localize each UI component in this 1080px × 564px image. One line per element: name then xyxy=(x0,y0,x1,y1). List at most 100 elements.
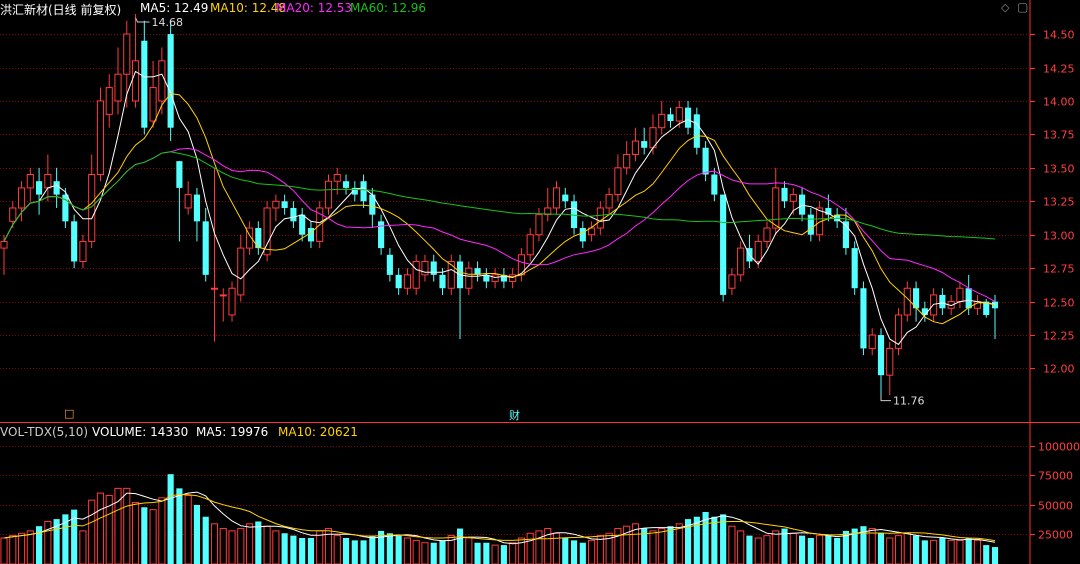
candle-body xyxy=(71,221,78,262)
candle-body xyxy=(96,100,105,176)
price-tick-label: 13.50 xyxy=(1043,163,1075,176)
candle-body xyxy=(202,221,209,275)
volume-bar xyxy=(44,520,52,564)
volume-bar xyxy=(281,533,288,564)
volume-tick-label: 50000 xyxy=(1038,500,1073,513)
candle-body xyxy=(939,294,946,309)
volume-bar xyxy=(351,540,358,564)
volume-bar xyxy=(886,537,894,564)
candle-body xyxy=(789,194,797,202)
volume-bar xyxy=(798,535,806,564)
menu-icon[interactable]: ▢ xyxy=(1017,0,1028,14)
volume-bar xyxy=(333,535,341,564)
candle-body xyxy=(176,161,183,188)
candle-body xyxy=(614,167,622,196)
candle-body xyxy=(781,187,788,202)
volume-bar xyxy=(570,540,578,564)
candle-body xyxy=(720,194,727,295)
candle-body xyxy=(141,40,148,128)
volume-bar xyxy=(711,516,718,564)
candle-body xyxy=(675,107,683,122)
candle-body xyxy=(430,261,437,275)
volume-tick-label: 100000 xyxy=(1038,441,1080,454)
volume-bar xyxy=(210,523,219,564)
candle-body xyxy=(403,274,411,289)
volume-bar xyxy=(219,528,227,564)
volume-bar xyxy=(579,542,586,564)
volume-bar xyxy=(255,521,262,564)
candle-body xyxy=(149,87,157,122)
candle-body xyxy=(465,267,473,289)
low-pointer xyxy=(880,394,891,402)
stock-chart: 14.50 14.25 14.00 13.75 13.50 13.25 13.00 12.75… xyxy=(0,0,1080,564)
volume-bar xyxy=(299,538,306,564)
volume-tick-label: 75000 xyxy=(1038,470,1073,483)
volume-bar xyxy=(421,542,429,564)
volume-bar xyxy=(290,535,297,564)
volume-bar xyxy=(816,535,824,564)
finance-marker[interactable]: 财 xyxy=(509,407,520,423)
candle-body xyxy=(903,287,911,316)
volume-bar xyxy=(342,538,350,564)
volume-bar xyxy=(412,539,420,564)
candle-body xyxy=(324,180,333,209)
candle-body xyxy=(605,194,613,209)
candle-body xyxy=(754,240,762,262)
volume-bar xyxy=(877,533,885,564)
low-label: 11.76 xyxy=(893,395,925,408)
candle-body xyxy=(342,181,350,188)
volume-bar xyxy=(316,530,324,564)
candle-body xyxy=(281,201,288,208)
diamond-icon[interactable]: ◇ xyxy=(1001,1,1009,14)
candle-body xyxy=(728,274,736,289)
price-tick-label: 13.00 xyxy=(1043,230,1075,243)
volume-bar xyxy=(272,530,280,564)
high-pointer xyxy=(135,17,150,23)
candle-body xyxy=(386,254,393,275)
volume-bar xyxy=(202,516,209,564)
candle-body xyxy=(193,194,201,222)
volume-bar xyxy=(588,539,596,564)
candle-body xyxy=(772,187,780,229)
volume-bar xyxy=(483,542,490,564)
candle-body xyxy=(123,33,131,75)
candle-body xyxy=(860,288,867,349)
vol-volume: VOLUME: 14330 xyxy=(92,425,189,439)
volume-bar xyxy=(825,535,832,564)
volume-tick-label: 25000 xyxy=(1038,529,1073,542)
volume-bar xyxy=(149,509,157,564)
candle-body xyxy=(228,287,236,316)
volume-bar xyxy=(834,538,841,564)
candle-body xyxy=(623,153,631,169)
candle-body xyxy=(667,114,674,122)
volume-bar xyxy=(0,537,8,564)
volume-bar xyxy=(772,530,780,564)
volume-bar xyxy=(509,542,517,564)
candle-body xyxy=(851,248,858,289)
candle-body xyxy=(658,113,666,129)
volume-bar xyxy=(474,542,481,564)
volume-bar xyxy=(79,530,87,564)
price-tick-label: 14.25 xyxy=(1043,63,1075,76)
volume-bar xyxy=(17,532,26,564)
candle-body xyxy=(395,274,402,289)
candle-body xyxy=(702,147,709,175)
volume-bar xyxy=(430,542,437,564)
volume-bar xyxy=(386,533,393,564)
candle-body xyxy=(158,60,166,102)
volume-bar xyxy=(562,538,569,564)
volume-bar xyxy=(88,499,96,564)
candle-body xyxy=(552,187,561,209)
price-tick-label: 12.50 xyxy=(1043,297,1075,310)
volume-bar xyxy=(965,538,972,564)
volume-bar xyxy=(535,530,543,564)
volume-bar xyxy=(667,526,674,564)
candle-body xyxy=(53,181,60,195)
candle-body xyxy=(105,87,113,115)
volume-bar xyxy=(395,535,402,564)
candle-body xyxy=(886,347,894,376)
volume-bar xyxy=(141,507,148,564)
event-marker[interactable]: □ xyxy=(64,407,74,420)
price-tick-label: 14.50 xyxy=(1043,29,1075,42)
price-tick-label: 14.00 xyxy=(1043,96,1075,109)
